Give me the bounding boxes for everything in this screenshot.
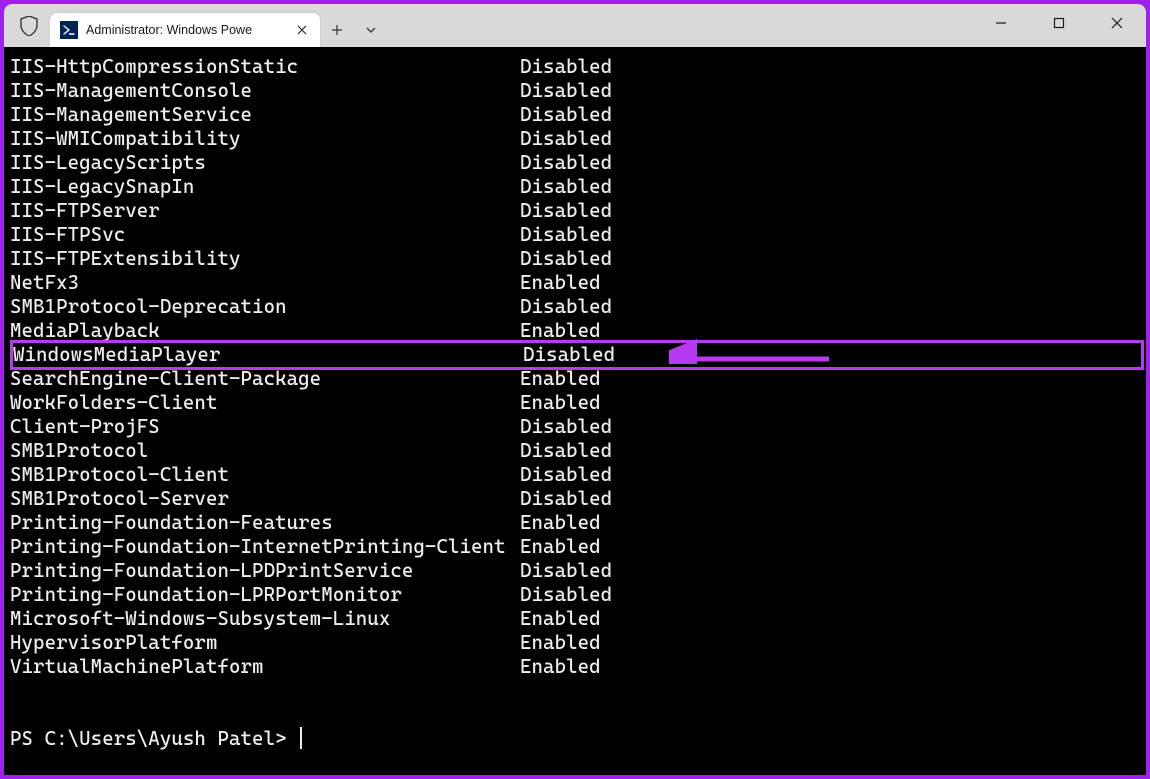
feature-state: Disabled — [520, 247, 612, 271]
feature-name: Client-ProjFS — [10, 415, 520, 439]
feature-state: Enabled — [520, 535, 601, 559]
feature-row: Printing-Foundation-LPRPortMonitorDisabl… — [10, 583, 1144, 607]
feature-state: Disabled — [520, 55, 612, 79]
feature-name: SMB1Protocol-Client — [10, 463, 520, 487]
feature-state: Enabled — [520, 367, 601, 391]
powershell-icon — [60, 21, 78, 39]
feature-name: IIS-HttpCompressionStatic — [10, 55, 520, 79]
feature-row: Microsoft-Windows-Subsystem-LinuxEnabled — [10, 607, 1144, 631]
feature-row: WindowsMediaPlayerDisabled — [10, 340, 1144, 370]
window-controls — [972, 4, 1146, 42]
feature-name: SearchEngine-Client-Package — [10, 367, 520, 391]
feature-row: IIS-ManagementServiceDisabled — [10, 103, 1144, 127]
feature-row: WorkFolders-ClientEnabled — [10, 391, 1144, 415]
cursor-icon — [300, 727, 302, 749]
feature-name: IIS-FTPExtensibility — [10, 247, 520, 271]
feature-state: Disabled — [520, 559, 612, 583]
feature-state: Disabled — [520, 295, 612, 319]
feature-name: IIS-LegacySnapIn — [10, 175, 520, 199]
feature-state: Disabled — [520, 103, 612, 127]
feature-name: Printing-Foundation-Features — [10, 511, 520, 535]
uac-shield-icon — [18, 15, 40, 37]
feature-name: Printing-Foundation-LPRPortMonitor — [10, 583, 520, 607]
feature-name: Printing-Foundation-LPDPrintService — [10, 559, 520, 583]
feature-row: Client-ProjFSDisabled — [10, 415, 1144, 439]
feature-state: Disabled — [520, 151, 612, 175]
feature-row: IIS-WMICompatibilityDisabled — [10, 127, 1144, 151]
feature-state: Enabled — [520, 631, 601, 655]
feature-name: Microsoft-Windows-Subsystem-Linux — [10, 607, 520, 631]
new-tab-button[interactable] — [320, 13, 354, 47]
feature-name: IIS-LegacyScripts — [10, 151, 520, 175]
feature-name: IIS-FTPServer — [10, 199, 520, 223]
maximize-button[interactable] — [1030, 4, 1088, 42]
terminal-window: Administrator: Windows Powe IIS-HttpComp… — [4, 4, 1146, 775]
feature-row: Printing-Foundation-InternetPrinting-Cli… — [10, 535, 1144, 559]
feature-state: Disabled — [523, 343, 615, 367]
close-window-button[interactable] — [1088, 4, 1146, 42]
tab-powershell[interactable]: Administrator: Windows Powe — [50, 13, 320, 47]
arrow-annotation-icon — [669, 304, 839, 364]
feature-state: Enabled — [520, 391, 601, 415]
feature-row: IIS-FTPServerDisabled — [10, 199, 1144, 223]
feature-name: SMB1Protocol-Deprecation — [10, 295, 520, 319]
feature-row: HypervisorPlatformEnabled — [10, 631, 1144, 655]
feature-name: IIS-FTPSvc — [10, 223, 520, 247]
feature-state: Disabled — [520, 463, 612, 487]
feature-row: Printing-Foundation-FeaturesEnabled — [10, 511, 1144, 535]
tab-dropdown-button[interactable] — [354, 13, 388, 47]
feature-state: Disabled — [520, 223, 612, 247]
feature-name: HypervisorPlatform — [10, 631, 520, 655]
feature-name: WorkFolders-Client — [10, 391, 520, 415]
feature-name: IIS-ManagementConsole — [10, 79, 520, 103]
feature-state: Disabled — [520, 415, 612, 439]
feature-state: Disabled — [520, 127, 612, 151]
feature-name: NetFx3 — [10, 271, 520, 295]
feature-row: IIS-LegacySnapInDisabled — [10, 175, 1144, 199]
feature-state: Enabled — [520, 271, 601, 295]
feature-state: Disabled — [520, 199, 612, 223]
tab-title: Administrator: Windows Powe — [86, 23, 284, 37]
feature-name: VirtualMachinePlatform — [10, 655, 520, 679]
feature-row: Printing-Foundation-LPDPrintServiceDisab… — [10, 559, 1144, 583]
feature-row: VirtualMachinePlatformEnabled — [10, 655, 1144, 679]
feature-name: SMB1Protocol-Server — [10, 487, 520, 511]
feature-row: NetFx3Enabled — [10, 271, 1144, 295]
feature-name: SMB1Protocol — [10, 439, 520, 463]
feature-name: Printing-Foundation-InternetPrinting-Cli… — [10, 535, 520, 559]
feature-state: Enabled — [520, 607, 601, 631]
feature-row: IIS-HttpCompressionStaticDisabled — [10, 55, 1144, 79]
feature-row: SMB1Protocol-ServerDisabled — [10, 487, 1144, 511]
feature-state: Disabled — [520, 439, 612, 463]
feature-row: IIS-FTPExtensibilityDisabled — [10, 247, 1144, 271]
feature-row: IIS-FTPSvcDisabled — [10, 223, 1144, 247]
feature-state: Enabled — [520, 511, 601, 535]
titlebar: Administrator: Windows Powe — [4, 4, 1146, 47]
prompt-line[interactable]: PS C:\Users\Ayush Patel> — [10, 727, 1144, 751]
feature-state: Disabled — [520, 79, 612, 103]
feature-row: IIS-ManagementConsoleDisabled — [10, 79, 1144, 103]
feature-name: IIS-ManagementService — [10, 103, 520, 127]
feature-row: IIS-LegacyScriptsDisabled — [10, 151, 1144, 175]
feature-state: Enabled — [520, 655, 601, 679]
feature-row: SMB1Protocol-ClientDisabled — [10, 463, 1144, 487]
feature-row: SMB1Protocol-DeprecationDisabled — [10, 295, 1144, 319]
minimize-button[interactable] — [972, 4, 1030, 42]
feature-row: SearchEngine-Client-PackageEnabled — [10, 367, 1144, 391]
prompt-text: PS C:\Users\Ayush Patel> — [10, 727, 298, 751]
feature-row: SMB1ProtocolDisabled — [10, 439, 1144, 463]
tab-close-button[interactable] — [292, 20, 312, 40]
feature-name: IIS-WMICompatibility — [10, 127, 520, 151]
terminal-output[interactable]: IIS-HttpCompressionStaticDisabledIIS-Man… — [4, 47, 1146, 775]
feature-state: Disabled — [520, 583, 612, 607]
feature-name: WindowsMediaPlayer — [13, 343, 523, 367]
feature-state: Disabled — [520, 175, 612, 199]
feature-state: Disabled — [520, 487, 612, 511]
